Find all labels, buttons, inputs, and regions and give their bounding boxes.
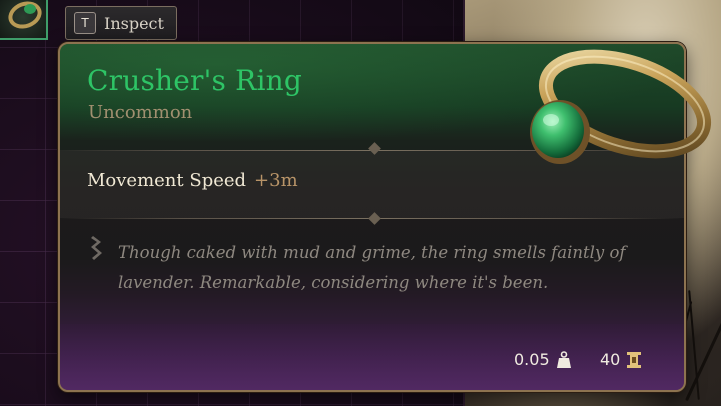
item-price: 40 [600, 350, 642, 369]
inspect-label: Inspect [104, 13, 164, 33]
equipped-ring-slot[interactable] [0, 0, 48, 40]
stat-value: +3m [254, 170, 298, 191]
item-rarity: Uncommon [88, 102, 193, 123]
inspect-prompt[interactable]: T Inspect [65, 6, 177, 40]
ring-icon [530, 49, 712, 164]
tooltip-footer [60, 324, 684, 390]
game-screen: T Inspect Crusher's Ring Uncommon Moveme… [0, 0, 721, 406]
item-weight: 0.05 [514, 350, 572, 369]
weight-value: 0.05 [514, 350, 550, 369]
gem-icon [24, 4, 36, 14]
stat-movement-speed: Movement Speed +3m [87, 170, 298, 191]
quill-icon [91, 236, 102, 260]
keybind-badge: T [74, 12, 96, 34]
price-value: 40 [600, 350, 621, 369]
stat-label: Movement Speed [87, 170, 247, 191]
weight-icon [556, 350, 571, 368]
item-description: Though caked with mud and grime, the rin… [118, 243, 626, 292]
coin-icon [627, 351, 642, 368]
item-name: Crusher's Ring [87, 64, 302, 97]
